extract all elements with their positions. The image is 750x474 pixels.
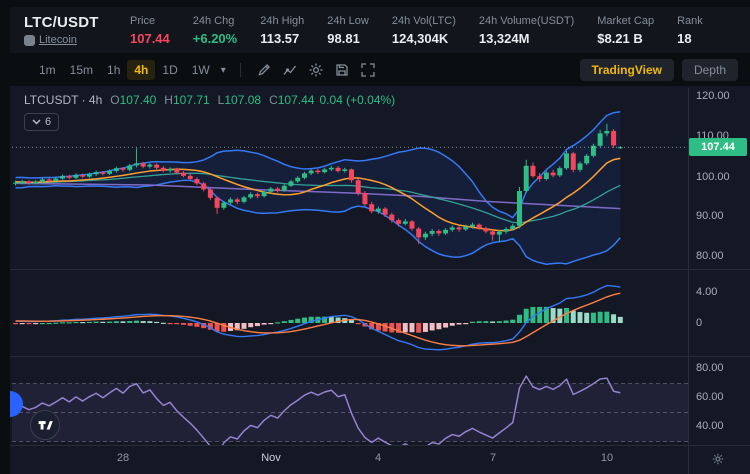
rsi-axis-label: 60.00 xyxy=(696,391,724,404)
stat-market-cap: Market Cap $8.21 B xyxy=(597,15,654,46)
gear-icon xyxy=(308,62,324,78)
save-button[interactable] xyxy=(329,60,355,80)
indicator-legend-toggle[interactable]: 6 xyxy=(24,113,59,131)
time-label: 7 xyxy=(490,452,496,464)
stat-rank: Rank 18 xyxy=(677,15,703,46)
interval-15m[interactable]: 15m xyxy=(63,60,100,80)
legend-open: 107.40 xyxy=(120,93,157,107)
legend-high: 107.71 xyxy=(173,93,210,107)
stat-24h-high: 24h High 113.57 xyxy=(260,15,304,46)
price-axis-label: 80.00 xyxy=(696,250,724,263)
stat-24h-chg: 24h Chg +6.20% xyxy=(193,15,237,46)
trading-app: LTC/USDT Litecoin Price 107.44 24h Chg +… xyxy=(0,0,750,474)
settings-button[interactable] xyxy=(303,60,329,80)
tradingview-logo[interactable] xyxy=(30,410,60,440)
time-label: 4 xyxy=(375,452,381,464)
symbol-block: LTC/USDT Litecoin xyxy=(24,14,110,46)
stat-24h-low: 24h Low 98.81 xyxy=(327,15,369,46)
price-axis-label: 100.00 xyxy=(696,171,730,184)
gear-icon xyxy=(711,452,725,466)
panel-separator xyxy=(10,269,750,270)
market-stats: Price 107.44 24h Chg +6.20% 24h High 113… xyxy=(130,15,703,46)
rsi-axis-label: 80.00 xyxy=(696,362,724,375)
price-axis-label: 90.00 xyxy=(696,210,724,223)
coin-icon xyxy=(24,35,35,46)
chart-toolbar: 1m 15m 1h 4h 1D 1W ▾ TradingView Depth xyxy=(10,56,750,84)
time-axis-separator xyxy=(10,445,750,446)
chevron-down-icon xyxy=(32,119,41,125)
symbol-title: LTC/USDT xyxy=(24,14,110,31)
time-label: 28 xyxy=(117,452,129,464)
tradingview-tab[interactable]: TradingView xyxy=(580,59,674,81)
interval-4h[interactable]: 4h xyxy=(127,60,155,80)
price-axis-label: 120.00 xyxy=(696,90,730,103)
legend-title: LTCUSDT · 4h xyxy=(24,93,102,107)
last-price-badge: 107.44 xyxy=(689,138,747,156)
price-chart-canvas[interactable] xyxy=(12,88,688,446)
stat-24h-vol-ltc: 24h Vol(LTC) 124,304K xyxy=(392,15,456,46)
macd-axis-label: 4.00 xyxy=(696,286,717,299)
interval-1d[interactable]: 1D xyxy=(155,60,184,80)
draw-tool-button[interactable] xyxy=(251,60,277,80)
fullscreen-button[interactable] xyxy=(355,60,381,80)
toolbar-divider xyxy=(240,63,241,77)
interval-1h[interactable]: 1h xyxy=(100,60,127,80)
interval-1m[interactable]: 1m xyxy=(32,60,63,80)
time-label: Nov xyxy=(261,452,281,464)
chart-widget: LTCUSDT · 4h O107.40 H107.71 L107.08 C10… xyxy=(10,86,750,474)
coin-link[interactable]: Litecoin xyxy=(39,34,77,46)
floppy-icon xyxy=(334,62,350,78)
line-chart-icon xyxy=(282,62,298,78)
market-header: LTC/USDT Litecoin Price 107.44 24h Chg +… xyxy=(10,7,750,53)
rsi-axis-label: 40.00 xyxy=(696,420,724,433)
legend-low: 107.08 xyxy=(224,93,261,107)
stat-24h-vol-usdt: 24h Volume(USDT) 13,324M xyxy=(479,15,574,46)
chart-legend: LTCUSDT · 4h O107.40 H107.71 L107.08 C10… xyxy=(24,93,395,107)
legend-close: 107.44 xyxy=(278,93,315,107)
chevron-down-icon[interactable]: ▾ xyxy=(217,65,230,76)
indicators-button[interactable] xyxy=(277,60,303,80)
panel-separator xyxy=(10,356,750,357)
depth-tab[interactable]: Depth xyxy=(682,59,738,81)
axis-settings-button[interactable] xyxy=(709,450,727,468)
pencil-icon xyxy=(256,62,272,78)
legend-change: 0.04 (+0.04%) xyxy=(319,93,395,107)
time-label: 10 xyxy=(601,452,613,464)
tradingview-icon xyxy=(36,416,54,434)
stat-price: Price 107.44 xyxy=(130,15,170,46)
interval-1w[interactable]: 1W xyxy=(185,60,217,80)
macd-axis-label: 0 xyxy=(696,317,702,330)
expand-icon xyxy=(360,62,376,78)
